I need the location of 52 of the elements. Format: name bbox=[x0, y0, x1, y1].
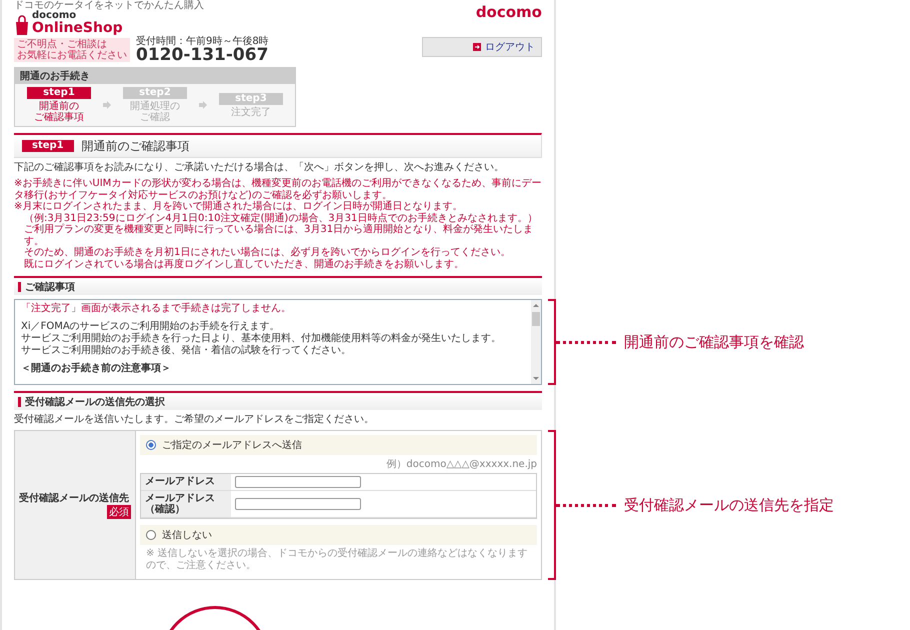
intro-text: 下記のご確認事項をお読みになり、ご承諾いただける場合は、「次へ」ボタンを押し、次へお進みください。 bbox=[14, 162, 505, 174]
terms-box[interactable]: 「注文完了」画面が表示されるまで手続きは完了しません。 Xi／FOMAのサービスのご利用開始のお手続を行えます。 サービスご利用開始のお手続きを行った日より、基本使用料、付加機能使用料等の料金が発生いたします。 サービスご利用開始のお手続き後、発信・着信の試験を行ってください。 ＜開通のお手続き前の注意事項＞ bbox=[14, 299, 542, 385]
radio-option[interactable]: ご指定のメールアドレスへ送信 bbox=[140, 435, 537, 455]
terms-text: Xi／FOMAのサービスのご利用開始のお手続を行えます。 bbox=[21, 321, 281, 332]
steps-title: 開通のお手続き bbox=[15, 68, 295, 84]
tagline: ドコモのケータイをネットでかんたん購入 bbox=[14, 0, 205, 11]
warning-note: ※お手続きに伴いUIMカードの形状が変わる場合は、機種変更前のお電話機のご利用ができなくなるため、事前にデータ移行(おサイフケータイ対応サービスのお預けなど)のご確認を必ずお願いします。 bbox=[14, 178, 542, 200]
annotation-text: 受付確認メールの送信先を指定 bbox=[624, 496, 834, 514]
example-text: 例）docomo△△△@xxxxx.ne.jp bbox=[385, 458, 537, 471]
terms-text: ＜開通のお手続き前の注意事項＞ bbox=[21, 363, 172, 375]
step-label: 開通処理の ご確認 bbox=[130, 101, 180, 123]
radio-button[interactable] bbox=[146, 530, 156, 540]
scrollbar[interactable] bbox=[531, 300, 541, 384]
intro-text: 受付確認メールを送信いたします。ご希望のメールアドレスをご指定ください。 bbox=[14, 414, 375, 426]
step-badge: step1 bbox=[22, 140, 74, 152]
arrow-icon bbox=[199, 101, 207, 109]
brand-logo[interactable]: docomo bbox=[476, 3, 542, 21]
heading-text: 開通前のご確認事項 bbox=[82, 138, 190, 154]
row-label: 受付確認メールの送信先 bbox=[19, 492, 129, 505]
terms-text: サービスご利用開始のお手続き後、発信・着信の試験を行ってください。 bbox=[21, 345, 352, 357]
warning-note: ※月末にログインされたまま、月を跨いで開通された場合には、ログイン日時が開通日となります。 bbox=[14, 201, 464, 212]
annotation-text: 開通前のご確認事項を確認 bbox=[624, 332, 804, 352]
contact-notice: ご不明点・ご相談は お気軽にお電話ください bbox=[14, 38, 130, 62]
input-field[interactable] bbox=[235, 476, 361, 488]
field-label: メールアドレス （確認） bbox=[141, 491, 231, 518]
section-title: 受付確認メールの送信先の選択 bbox=[25, 396, 165, 408]
option-note: ※ 送信しないを選択の場合、ドコモからの受付確認メールの連絡などはなくなりますので、ご注意ください。 bbox=[145, 546, 529, 573]
step-badge: step1 bbox=[27, 87, 91, 99]
terms-text: 「注文完了」画面が表示されるまで手続きは完了しません。 bbox=[21, 303, 292, 315]
shopping-bag-icon bbox=[14, 15, 30, 35]
exit-icon bbox=[473, 43, 481, 51]
step-label: 注文完了 bbox=[231, 106, 271, 118]
required-badge: 必須 bbox=[107, 505, 131, 519]
radio-button[interactable] bbox=[146, 440, 156, 450]
warning-note: （例:3月31日23:59にログイン4月1日0:10注文確定(開通)の場合、3月31日時点でのお手続きとみなされます。） bbox=[23, 212, 538, 224]
radio-option[interactable]: 送信しない bbox=[140, 525, 537, 545]
warning-note: ご利用プランの変更を機種変更と同時に行っている場合には、3月31日から適用開始となり、料金が発生いたします。 bbox=[23, 224, 534, 246]
hours-text: 受付時間：午前9時～午後8時 bbox=[136, 36, 270, 46]
step-label: 開通前の ご確認事項 bbox=[34, 101, 84, 123]
input-field[interactable] bbox=[235, 498, 361, 510]
field-label: メールアドレス bbox=[141, 474, 231, 491]
section-title: ご確認事項 bbox=[25, 280, 75, 294]
leader-line bbox=[556, 504, 616, 506]
logo-subtitle: docomo bbox=[32, 11, 78, 21]
leader-line bbox=[556, 340, 616, 344]
logo-text[interactable]: OnlineShop bbox=[32, 21, 123, 35]
warning-note: 既にログインされている場合は再度ログインし直していただき、開通のお手続きをお願いします。 bbox=[23, 258, 465, 270]
warning-note: そのため、開通のお手続きを月初1日にされたい場合には、必ず月を跨いでからログインを行ってください。 bbox=[23, 247, 512, 258]
arrow-icon bbox=[103, 101, 111, 109]
logout-button[interactable]: ログアウト bbox=[422, 37, 542, 57]
terms-text: サービスご利用開始のお手続きを行った日より、基本使用料、付加機能使用料等の料金が発生いたします。 bbox=[21, 333, 502, 344]
phone-number: 0120-131-067 bbox=[136, 46, 270, 64]
